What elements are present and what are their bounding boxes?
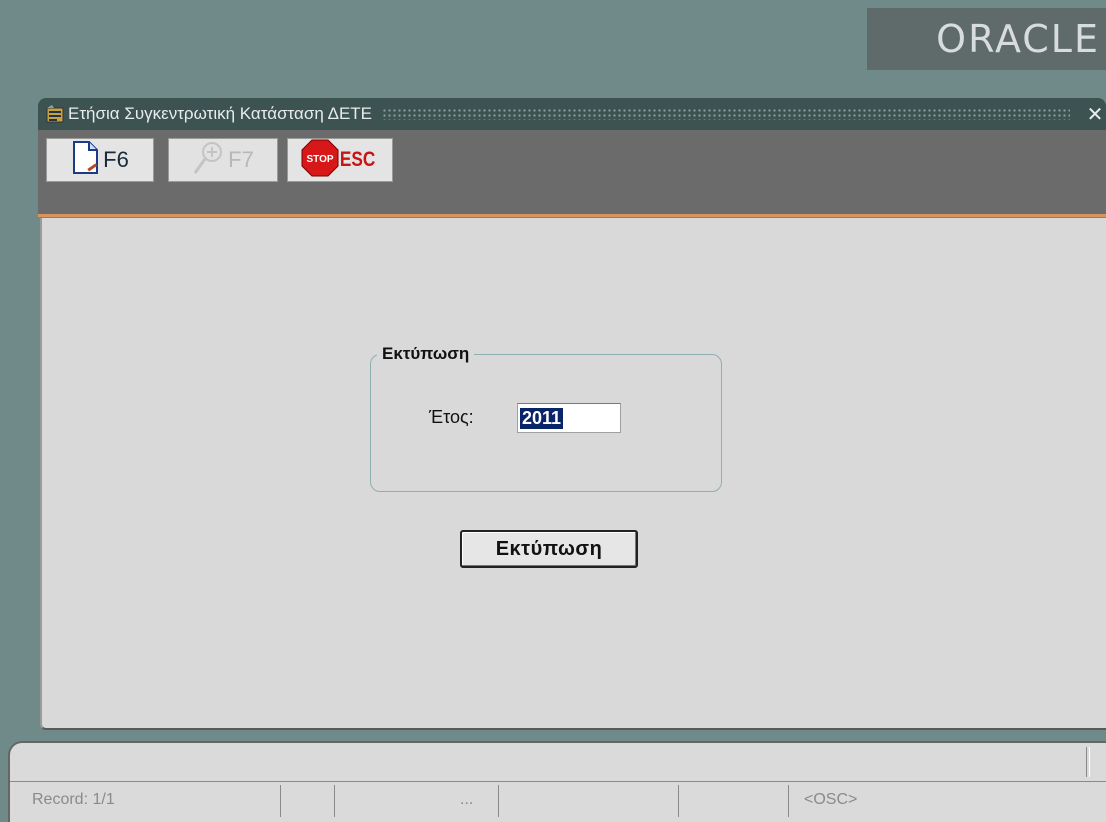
status-fields: Record: 1/1 ... <OSC> — [10, 783, 1106, 822]
window-title: Ετήσια Συγκεντρωτική Κατάσταση ΔΕΤΕ — [68, 104, 373, 123]
f7-key-label: F7 — [228, 147, 254, 172]
print-frame: Εκτύπωση Έτος: 2011 — [370, 344, 722, 492]
titlebar-grip — [382, 108, 1070, 120]
form-window: Ετήσια Συγκεντρωτική Κατάσταση ΔΕΤΕ ✕ F6 — [38, 98, 1106, 730]
close-icon[interactable]: ✕ — [1084, 102, 1106, 127]
year-input[interactable]: 2011 — [517, 403, 621, 433]
year-value: 2011 — [520, 407, 564, 429]
status-divider — [498, 785, 499, 817]
status-bar: Record: 1/1 ... <OSC> — [8, 741, 1106, 822]
status-divider — [678, 785, 679, 817]
svg-text:STOP: STOP — [307, 154, 334, 165]
status-separator — [1086, 747, 1090, 777]
status-divider — [280, 785, 281, 817]
record-indicator: Record: 1/1 — [32, 791, 115, 808]
new-document-icon — [71, 140, 101, 181]
print-frame-title: Εκτύπωση — [377, 344, 475, 364]
status-divider — [334, 785, 335, 817]
form-canvas: Εκτύπωση Έτος: 2011 Εκτύπωση — [40, 218, 1106, 730]
app-icon — [46, 105, 64, 123]
oracle-logo: ORACLE — [867, 8, 1106, 70]
new-record-f6-button[interactable]: F6 — [46, 138, 154, 182]
zoom-in-icon — [192, 140, 226, 181]
print-button[interactable]: Εκτύπωση — [460, 530, 638, 568]
esc-key-label: ESC — [340, 148, 376, 171]
status-message-line — [10, 743, 1106, 782]
mode-indicator: <OSC> — [804, 791, 858, 808]
status-divider — [788, 785, 789, 817]
toolbar: F6 F7 STOP ESC — [38, 130, 1106, 217]
year-label: Έτος: — [429, 407, 474, 427]
f6-key-label: F6 — [103, 147, 129, 172]
exit-esc-button[interactable]: STOP ESC — [287, 138, 393, 182]
status-ellipsis: ... — [460, 791, 474, 808]
stop-sign-icon: STOP — [300, 138, 340, 183]
zoom-f7-button[interactable]: F7 — [168, 138, 278, 182]
window-titlebar[interactable]: Ετήσια Συγκεντρωτική Κατάσταση ΔΕΤΕ ✕ — [38, 98, 1106, 130]
